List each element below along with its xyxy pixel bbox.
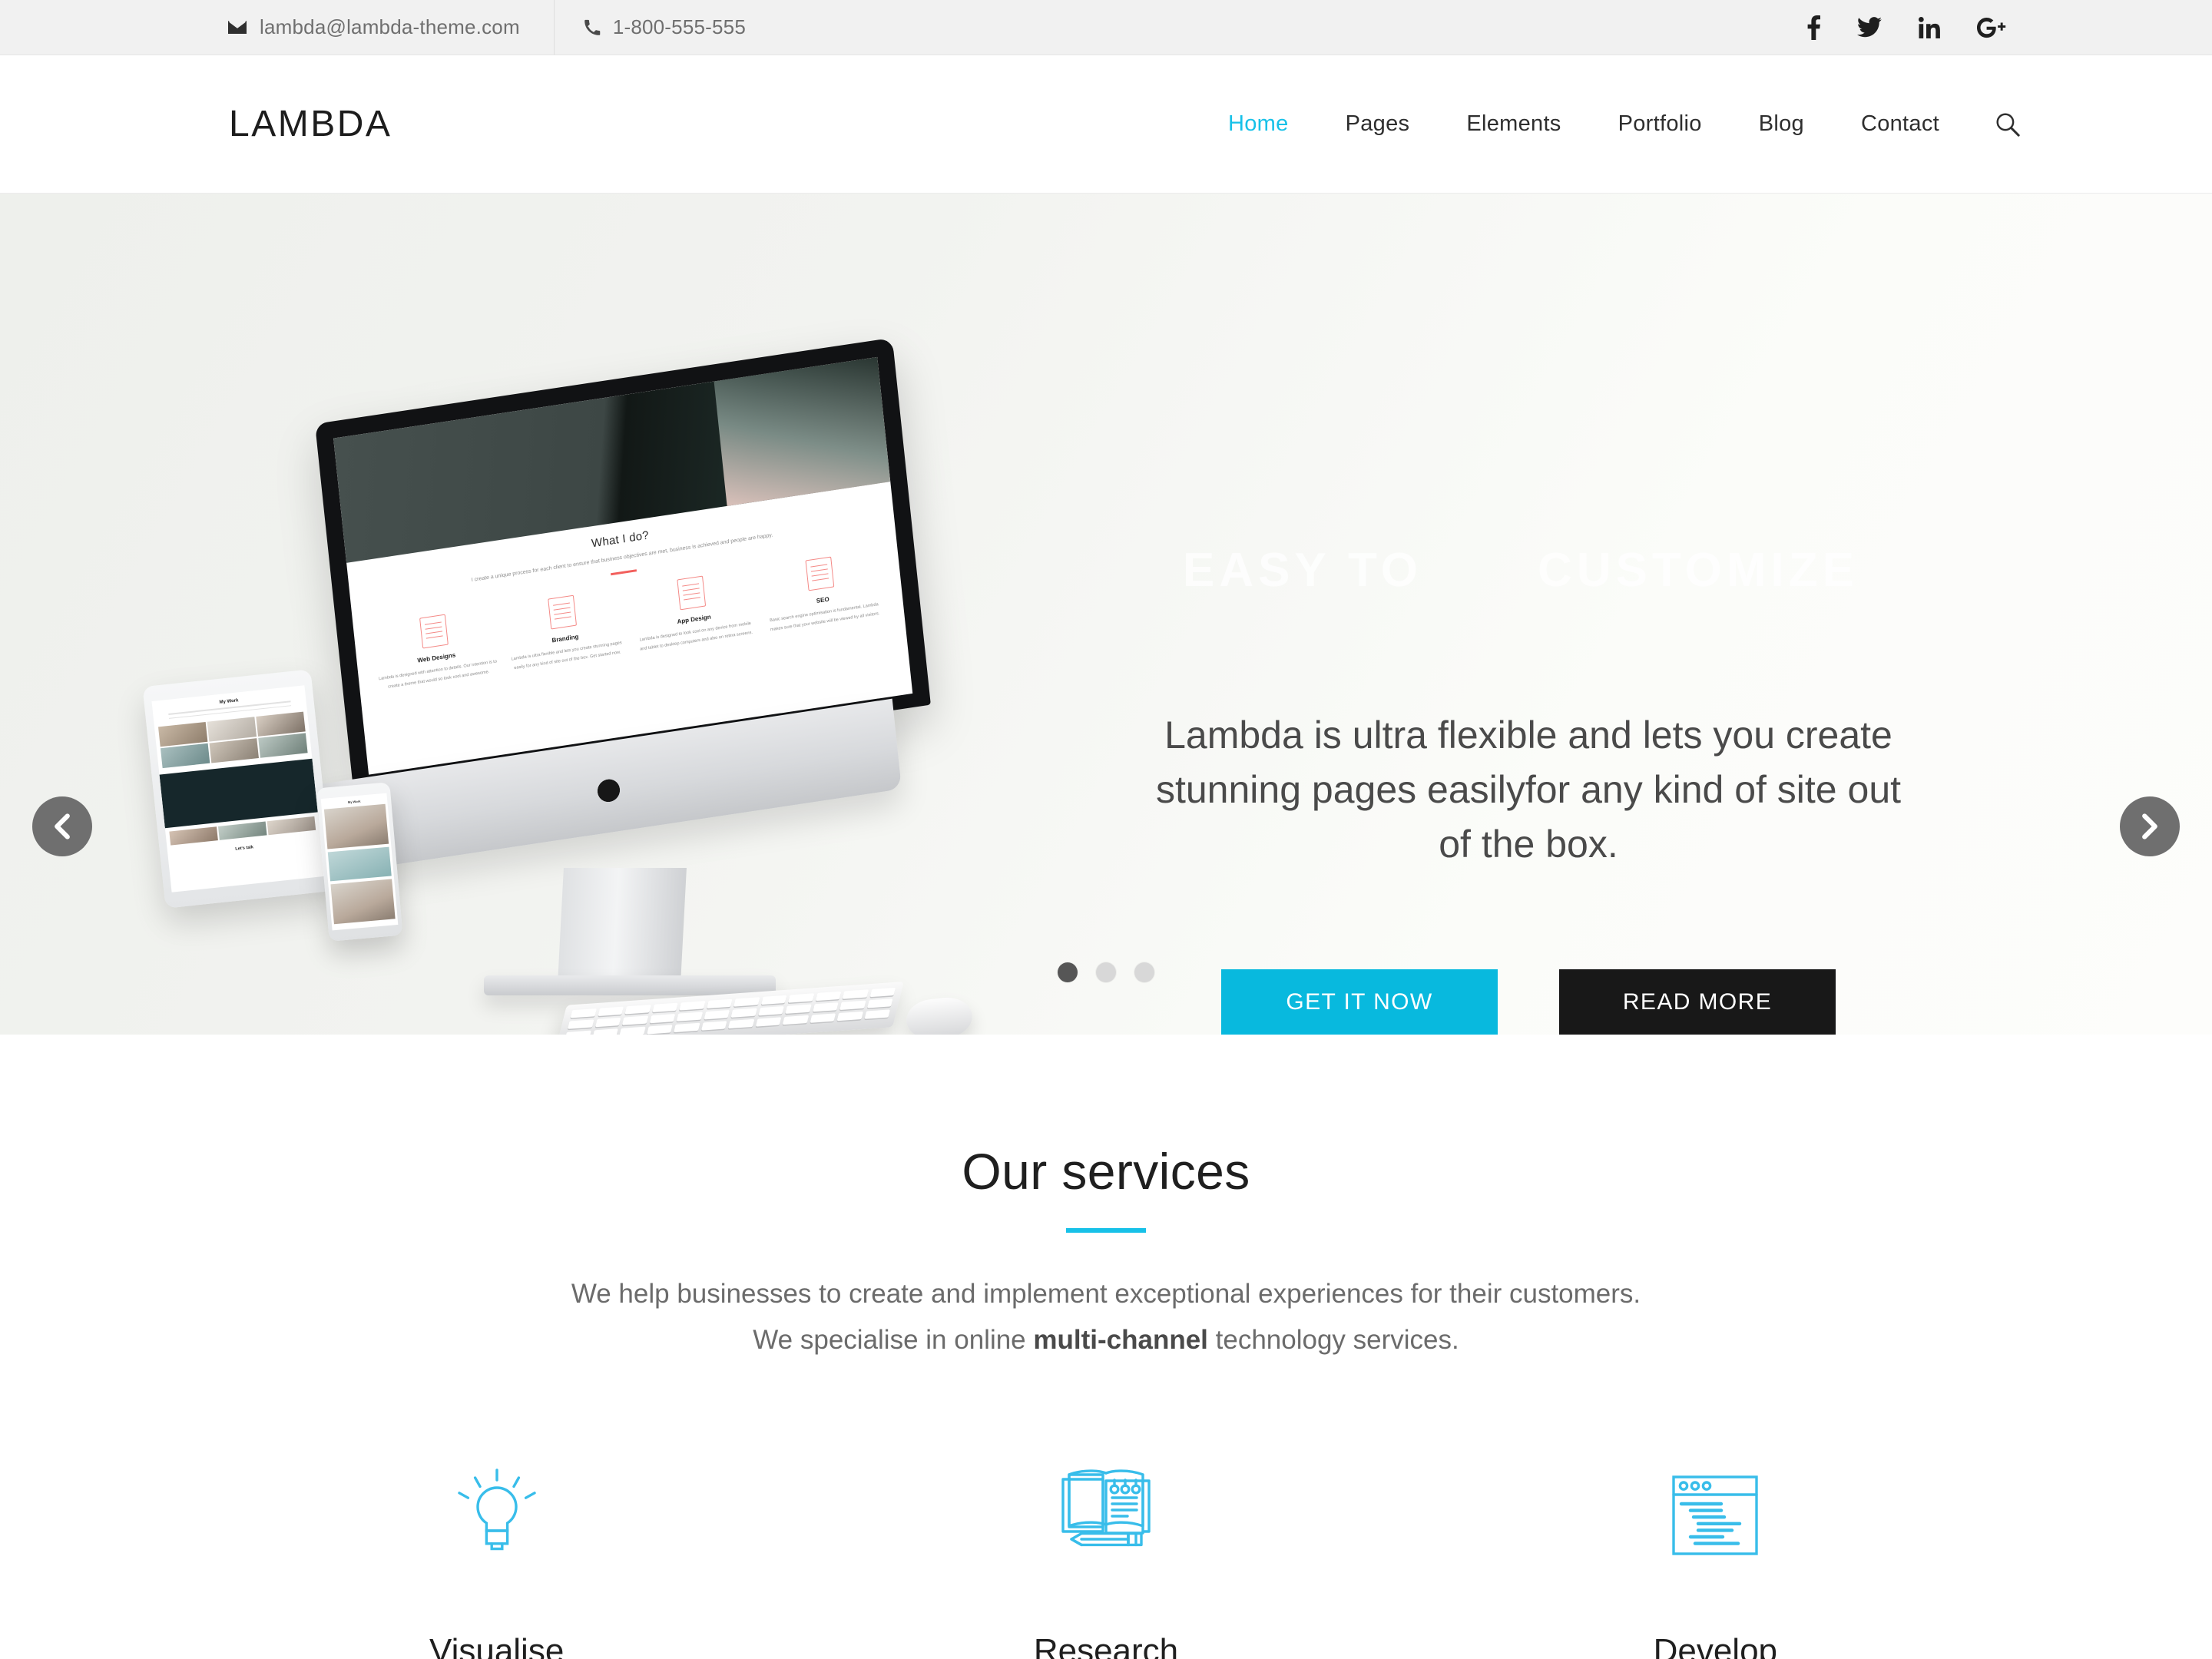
services-title-underline xyxy=(1066,1228,1146,1233)
top-bar-email-text: lambda@lambda-theme.com xyxy=(260,15,520,38)
top-bar-contacts: lambda@lambda-theme.com 1-800-555-555 xyxy=(227,0,775,55)
branding-icon xyxy=(548,594,578,630)
book-pencil-icon xyxy=(801,1454,1410,1577)
social-links xyxy=(1807,0,2212,55)
service-item-research[interactable]: Research xyxy=(801,1454,1410,1659)
mockup-column: Branding Lambda is ultra flexible and le… xyxy=(502,588,627,674)
nav-item-portfolio[interactable]: Portfolio xyxy=(1590,111,1730,137)
main-navigation: Home Pages Elements Portfolio Blog Conta… xyxy=(1200,111,2020,137)
services-list: Visualise Research Develop xyxy=(0,1454,2212,1659)
service-item-visualise[interactable]: Visualise xyxy=(192,1454,801,1659)
service-title: Research xyxy=(1033,1632,1179,1659)
envelope-icon xyxy=(227,20,247,35)
hero-paragraph: Lambda is ultra flexible and lets you cr… xyxy=(1155,714,1902,866)
slider-pagination xyxy=(1058,962,1154,982)
site-header: LAMBDA Home Pages Elements Portfolio Blo… xyxy=(0,55,2212,194)
site-logo[interactable]: LAMBDA xyxy=(229,103,392,145)
nav-item-elements[interactable]: Elements xyxy=(1438,111,1589,137)
slider-dot-2[interactable] xyxy=(1096,962,1116,982)
top-bar-phone-text: 1-800-555-555 xyxy=(612,15,746,38)
nav-item-blog[interactable]: Blog xyxy=(1730,111,1833,137)
slider-dot-1[interactable] xyxy=(1058,962,1078,982)
app-design-icon xyxy=(677,575,706,611)
hero-slider: What I do? I create a unique process for… xyxy=(0,194,2212,1035)
phone-icon xyxy=(584,19,601,36)
nav-item-contact[interactable]: Contact xyxy=(1833,111,1968,137)
slider-dot-3[interactable] xyxy=(1134,962,1154,982)
services-desc-post: technology services. xyxy=(1207,1325,1459,1356)
phone-mockup: My Work xyxy=(316,782,403,942)
hero-buttons: GET IT NOW READ MORE xyxy=(1152,969,1905,1035)
services-section: Our services We help businesses to creat… xyxy=(0,1035,2212,1659)
web-design-icon xyxy=(419,614,449,649)
services-title: Our services xyxy=(962,1143,1250,1200)
services-desc-pre: We specialise in online xyxy=(753,1325,1034,1356)
imac-stand xyxy=(558,868,687,983)
mockup-column: SEO Basic search engine optimisation is … xyxy=(760,550,885,636)
browser-code-icon xyxy=(1411,1454,2020,1577)
service-title: Develop xyxy=(1653,1632,1778,1659)
search-icon[interactable] xyxy=(1968,112,2020,137)
seo-icon xyxy=(805,556,835,591)
services-description-line2: We specialise in online multi-channel te… xyxy=(0,1317,2212,1363)
read-more-button[interactable]: READ MORE xyxy=(1559,969,1836,1035)
hero-ghost-left: EASY TO xyxy=(1183,544,1422,597)
hero-ghost-right: CUSTOMIZE xyxy=(1538,544,1859,597)
top-bar: lambda@lambda-theme.com 1-800-555-555 xyxy=(0,0,2212,55)
linkedin-icon[interactable] xyxy=(1919,16,1940,38)
googleplus-icon[interactable] xyxy=(1977,17,2006,38)
facebook-icon[interactable] xyxy=(1807,15,1820,40)
nav-item-pages[interactable]: Pages xyxy=(1317,111,1439,137)
hero-copy: Lambda is ultra flexible and lets you cr… xyxy=(1152,708,1905,872)
lightbulb-icon xyxy=(192,1454,801,1577)
tablet-mockup: My Work Let's talk xyxy=(142,669,334,909)
device-mockup-image: What I do? I create a unique process for… xyxy=(142,337,1152,1035)
mockup-column: Web Designs Lambda is designed with atte… xyxy=(373,608,498,694)
apple-logo-icon xyxy=(594,770,623,804)
top-bar-phone[interactable]: 1-800-555-555 xyxy=(555,0,775,55)
service-item-develop[interactable]: Develop xyxy=(1411,1454,2020,1659)
twitter-icon[interactable] xyxy=(1857,16,1882,38)
slider-prev-button[interactable] xyxy=(32,796,92,856)
services-description-line1: We help businesses to create and impleme… xyxy=(571,1279,1641,1309)
nav-item-home[interactable]: Home xyxy=(1200,111,1317,137)
services-desc-bold: multi-channel xyxy=(1033,1325,1208,1356)
imac-foot xyxy=(484,975,776,995)
slider-next-button[interactable] xyxy=(2120,796,2180,856)
mouse-mockup xyxy=(904,995,975,1035)
hero-ghost-headline: EASY TO CUSTOMIZE xyxy=(1183,543,1859,598)
get-it-now-button[interactable]: GET IT NOW xyxy=(1221,969,1498,1035)
services-description: We help businesses to create and impleme… xyxy=(0,1271,2212,1363)
mockup-column: App Design Lambda is designed to look co… xyxy=(631,569,756,655)
service-title: Visualise xyxy=(429,1632,565,1659)
top-bar-email[interactable]: lambda@lambda-theme.com xyxy=(227,0,555,55)
